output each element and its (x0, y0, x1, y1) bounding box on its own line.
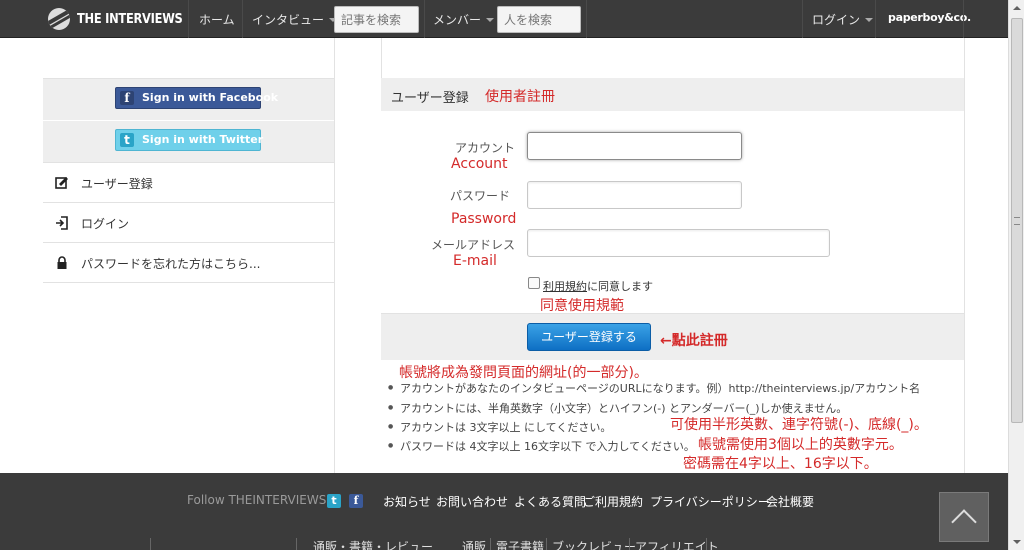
brand-logo[interactable]: paperboy&co. (888, 11, 971, 24)
sidebar-item-forgot-password[interactable]: パスワードを忘れた方はこちら... (43, 242, 334, 282)
nav-members-menu[interactable]: メンバー (433, 11, 495, 28)
scroll-up-icon[interactable] (1009, 0, 1024, 16)
sidebar-item-label: パスワードを忘れた方はこちら... (81, 257, 261, 271)
facebook-signin-button[interactable]: f Sign in with Facebook (115, 87, 278, 109)
facebook-icon[interactable]: f (349, 494, 363, 508)
nav-divider (802, 0, 803, 38)
list-item: アカウントは 3文字以上 にしてください。 (388, 419, 611, 435)
account-label: アカウント (455, 141, 516, 155)
email-input[interactable] (527, 229, 830, 257)
footer-link-faq[interactable]: よくある質問 (514, 493, 586, 510)
email-label: メールアドレス (431, 238, 516, 252)
facebook-signin-label: Sign in with Facebook (142, 91, 279, 104)
nav-members-label: メンバー (433, 13, 482, 27)
twitter-signin-button[interactable]: t Sign in with Twitter (115, 129, 264, 151)
form-title: ユーザー登録 (391, 91, 469, 106)
article-search-input[interactable] (334, 6, 419, 33)
logo-text: THE INTERVIEWS (77, 11, 183, 27)
sidebar-divider (43, 282, 334, 283)
sidebar-item-login[interactable]: ログイン (43, 202, 334, 242)
account-length-annotation: 帳號需使用3個以上的英數字元。 (698, 437, 903, 453)
panel-border (381, 38, 382, 78)
bullet-text: パスワードは 4文字以上 16文字以下 で入力してください。 (400, 440, 695, 453)
footer-sub-link[interactable]: 通販 (462, 538, 486, 550)
column-divider (964, 38, 965, 473)
site-logo[interactable]: THE INTERVIEWS (48, 8, 197, 30)
login-icon (56, 216, 68, 230)
register-submit-button[interactable]: ユーザー登録する (527, 323, 651, 351)
scrollbar-thumb[interactable] (1011, 18, 1023, 423)
nav-interviews-menu[interactable]: インタビュー (252, 11, 338, 28)
twitter-icon[interactable]: t (327, 494, 341, 508)
top-nav-bar: THE INTERVIEWS ホーム インタビュー メンバー ログイン pape… (0, 0, 1008, 38)
vertical-scrollbar[interactable] (1008, 0, 1024, 550)
sidebar-item-label: ログイン (81, 217, 130, 231)
submit-annotation: ←點此註冊 (660, 333, 728, 349)
nav-interviews-label: インタビュー (252, 13, 325, 27)
footer-divider (490, 538, 491, 550)
twitter-signin-label: Sign in with Twitter (142, 133, 264, 146)
scroll-down-icon[interactable] (1009, 534, 1024, 550)
password-length-annotation: 密碼需在4字以上、16字以下。 (683, 456, 878, 472)
follow-label: Follow THEINTERVIEWS (187, 493, 327, 507)
agree-terms-checkbox[interactable] (528, 277, 540, 289)
nav-login-label: ログイン (812, 13, 861, 27)
password-annotation: Password (451, 211, 517, 227)
agree-annotation: 同意使用規範 (540, 298, 624, 314)
nav-divider (424, 0, 425, 38)
footer-divider (629, 538, 630, 550)
charset-annotation: 可使用半形英數、連字符號(-)、底線(_)。 (670, 417, 928, 433)
nav-divider (586, 0, 587, 38)
logo-mark-icon (48, 8, 70, 30)
agree-terms-text: 利用規約に同意します (543, 278, 653, 294)
bullet-text: アカウントがあなたのインタビューページのURLになります。例）http://th… (400, 382, 921, 395)
account-annotation: Account (451, 156, 508, 172)
agree-terms-suffix: に同意します (587, 280, 653, 293)
list-item: パスワードは 4文字以上 16文字以下 で入力してください。 (388, 438, 695, 454)
nav-divider (875, 0, 876, 38)
twitter-icon: t (120, 133, 134, 147)
footer-link-privacy[interactable]: プライバシーポリシー (650, 493, 770, 510)
sidebar-item-register[interactable]: ユーザー登録 (43, 162, 334, 202)
chevron-down-icon (865, 18, 874, 22)
email-annotation: E-mail (453, 253, 497, 269)
people-search-input[interactable] (497, 6, 581, 33)
sidebar-item-label: ユーザー登録 (81, 177, 153, 191)
list-item: アカウントがあなたのインタビューページのURLになります。例）http://th… (388, 380, 920, 396)
lock-icon (57, 256, 67, 269)
chevron-down-icon (486, 18, 495, 22)
form-header: ユーザー登録 使用者註冊 (381, 78, 964, 111)
footer-divider (706, 538, 707, 550)
footer-divider (546, 538, 547, 550)
password-label: パスワード (450, 189, 511, 203)
form-title-annotation: 使用者註冊 (485, 89, 555, 105)
footer-link-news[interactable]: お知らせ (383, 493, 431, 510)
footer-divider (296, 538, 297, 550)
nav-divider (188, 0, 189, 38)
nav-login-menu[interactable]: ログイン (812, 11, 874, 28)
facebook-icon: f (120, 91, 134, 105)
url-annotation: 帳號將成為發問頁面的網址(的一部分)。 (399, 365, 648, 381)
account-input[interactable] (527, 132, 742, 160)
footer-sub-link[interactable]: ブックレビュー (552, 538, 636, 550)
bullet-text: アカウントは 3文字以上 にしてください。 (400, 421, 612, 434)
nav-home-link[interactable]: ホーム (199, 11, 235, 28)
footer-sub-link[interactable]: 電子書籍 (496, 538, 544, 550)
back-to-top-button[interactable] (939, 492, 989, 542)
footer-link-company[interactable]: 会社概要 (766, 493, 814, 510)
footer-link-contact[interactable]: お問い合わせ (436, 493, 508, 510)
nav-divider (963, 0, 964, 38)
register-icon (55, 177, 68, 189)
terms-link[interactable]: 利用規約 (543, 280, 587, 293)
footer-link-terms[interactable]: ご利用規約 (583, 493, 643, 510)
footer-sub-link[interactable]: 通販・書籍・レビュー (313, 538, 433, 550)
divider (43, 120, 334, 121)
nav-divider (242, 0, 243, 38)
password-input[interactable] (527, 181, 742, 209)
column-divider (334, 38, 335, 473)
footer-divider (150, 538, 151, 550)
